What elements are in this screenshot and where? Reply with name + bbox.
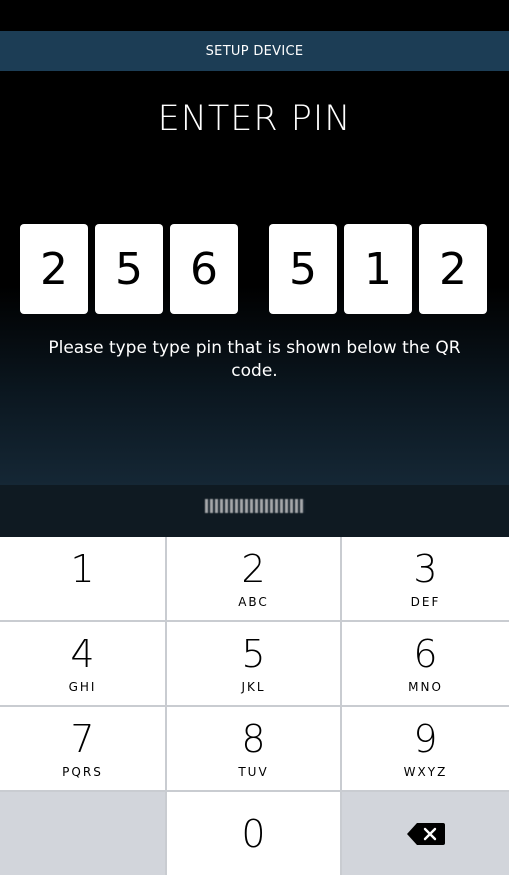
key-digit: 5 (241, 631, 266, 676)
pin-digit-box[interactable]: 5 (269, 224, 337, 314)
key-digit: 8 (241, 716, 266, 761)
key-letters: DEF (410, 594, 441, 609)
key-7[interactable]: 7 PQRS (0, 707, 165, 790)
key-digit: 2 (241, 546, 266, 591)
key-3[interactable]: 3 DEF (342, 537, 509, 620)
pin-digit-box[interactable]: 5 (95, 224, 163, 314)
key-digit: 6 (413, 631, 438, 676)
page-title: ENTER PIN (157, 99, 352, 139)
key-0[interactable]: 0 (167, 792, 340, 875)
key-2[interactable]: 2 ABC (167, 537, 340, 620)
key-letters: JKL (241, 679, 266, 694)
pin-digit-box[interactable]: 2 (20, 224, 88, 314)
key-letters: WXYZ (403, 764, 448, 779)
key-letters: TUV (238, 764, 269, 779)
blurred-suggestion (205, 499, 305, 513)
key-digit: 7 (70, 716, 95, 761)
key-9[interactable]: 9 WXYZ (342, 707, 509, 790)
backspace-icon (406, 822, 445, 845)
status-bar (0, 0, 509, 31)
pin-digit-box[interactable]: 6 (170, 224, 238, 314)
key-digit: 0 (241, 811, 266, 856)
header-title: SETUP DEVICE (205, 43, 304, 59)
key-6[interactable]: 6 MNO (342, 622, 509, 705)
key-letters: ABC (238, 594, 269, 609)
key-8[interactable]: 8 TUV (167, 707, 340, 790)
pin-digit-box[interactable]: 1 (344, 224, 412, 314)
key-4[interactable]: 4 GHI (0, 622, 165, 705)
pin-digit-box[interactable]: 2 (419, 224, 487, 314)
key-1[interactable]: 1 (0, 537, 165, 620)
key-letters: GHI (68, 679, 97, 694)
instruction-text: Please type type pin that is shown below… (48, 338, 461, 381)
key-blank (0, 792, 165, 875)
key-letters: PQRS (62, 764, 103, 779)
keyboard-suggestion-bar (0, 485, 509, 537)
key-digit: 3 (413, 546, 438, 591)
numeric-keypad: 1 2 ABC 3 DEF 4 GHI 5 JKL 6 MNO 7 PQRS 8… (0, 537, 509, 875)
backspace-button[interactable] (342, 792, 509, 875)
key-5[interactable]: 5 JKL (167, 622, 340, 705)
key-letters: MNO (408, 679, 443, 694)
key-digit: 9 (413, 716, 438, 761)
key-digit: 4 (70, 631, 95, 676)
main-area: ENTER PIN 2 5 6 5 1 2 Please type type p… (0, 71, 509, 485)
key-digit: 1 (70, 546, 95, 591)
header-bar: SETUP DEVICE (0, 31, 509, 71)
